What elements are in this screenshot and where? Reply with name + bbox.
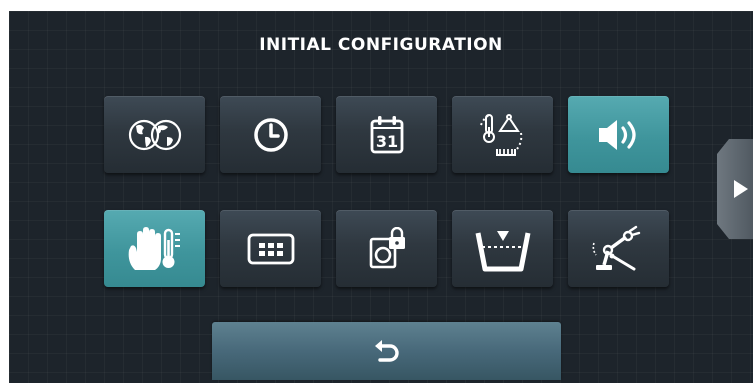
sound-tile[interactable]: [568, 96, 669, 173]
date-tile[interactable]: 31: [336, 96, 437, 173]
calendar-day-label: 31: [375, 132, 397, 151]
config-screen: INITIAL CONFIGURATION 31: [9, 11, 753, 383]
water-level-tile[interactable]: [452, 210, 553, 287]
next-page-tab[interactable]: [717, 139, 753, 239]
machine-lock-tile[interactable]: [336, 210, 437, 287]
robotic-arm-tile[interactable]: [568, 210, 669, 287]
keypad-tile[interactable]: [220, 210, 321, 287]
hand-temperature-tile[interactable]: [104, 210, 205, 287]
hand-temperature-icon: [128, 226, 180, 270]
undo-arrow-icon: [374, 340, 399, 362]
speaker-volume-icon: [598, 119, 636, 150]
language-tile[interactable]: [104, 96, 205, 173]
water-level-icon: [475, 230, 530, 271]
temperature-weight-tile[interactable]: [452, 96, 553, 173]
back-button[interactable]: [212, 322, 561, 380]
temperature-weight-icon: [479, 113, 522, 156]
machine-lock-icon: [369, 226, 405, 268]
globe-language-icon: [128, 119, 181, 150]
clock-icon: [253, 117, 288, 152]
robotic-arm-icon: [592, 225, 640, 270]
clock-tile[interactable]: [220, 96, 321, 173]
page-title: INITIAL CONFIGURATION: [259, 35, 503, 55]
keypad-icon: [247, 233, 294, 264]
calendar-icon: 31: [370, 115, 403, 153]
play-arrow-icon: [734, 180, 748, 198]
